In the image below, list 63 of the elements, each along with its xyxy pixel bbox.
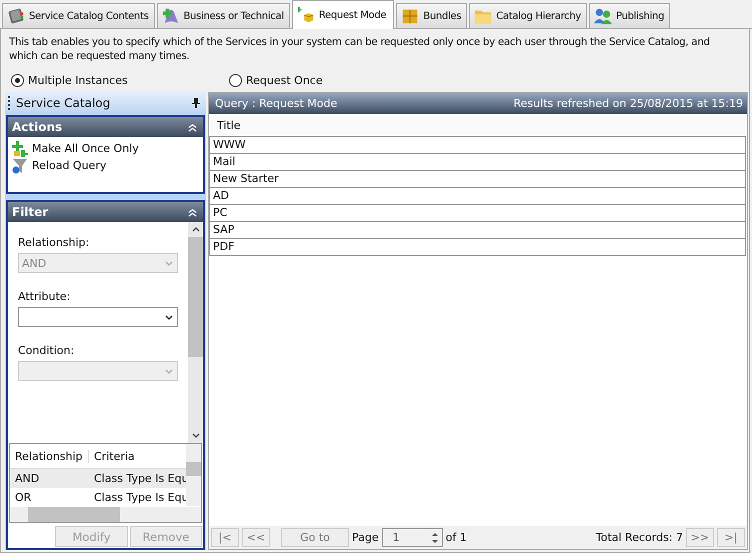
page-count: of 1	[446, 531, 467, 544]
panel-title: Service Catalog	[16, 96, 112, 110]
chevron-down-icon	[165, 368, 173, 374]
radio-option[interactable]: Request Once	[229, 74, 447, 86]
field-label: Relationship:	[18, 236, 90, 249]
funnel-icon	[12, 158, 28, 174]
table-row[interactable]: SAP	[210, 222, 745, 239]
table-row[interactable]: PDF	[210, 239, 745, 256]
table-row[interactable]: Mail	[210, 154, 745, 171]
action-link[interactable]: Reload Query	[8, 157, 203, 174]
page-field[interactable]: 1	[382, 528, 443, 547]
radio-button[interactable]	[11, 74, 24, 86]
section-header[interactable]: Actions	[8, 117, 203, 137]
scrollbar[interactable]	[188, 222, 203, 443]
tab[interactable]: Publishing	[589, 3, 670, 28]
grip-icon[interactable]	[8, 96, 11, 110]
tab[interactable]: Bundles	[396, 3, 468, 28]
scroll-up-icon[interactable]	[192, 227, 200, 232]
pin-icon[interactable]	[192, 98, 200, 108]
query-title: Query : Request Mode	[215, 97, 338, 110]
field-label: Condition:	[18, 344, 76, 357]
radio-button[interactable]	[229, 74, 242, 86]
page-label: Page	[352, 531, 379, 544]
shape-icon	[162, 7, 180, 25]
boxes-icon	[401, 7, 420, 25]
people-icon	[594, 7, 612, 25]
add-icon	[12, 140, 28, 156]
field-label: Attribute:	[18, 290, 72, 303]
tab[interactable]: Service Catalog Contents	[2, 3, 154, 28]
book-icon	[7, 7, 25, 25]
table-cell-text: AND	[15, 472, 40, 485]
table-row[interactable]: New Starter	[210, 171, 745, 188]
table-row[interactable]: WWW	[210, 137, 745, 154]
go-to-button[interactable]: Go to	[281, 528, 349, 547]
scroll-down-icon[interactable]	[192, 433, 200, 438]
last-page-button[interactable]: >|	[717, 528, 745, 547]
radio-option[interactable]: Multiple Instances	[11, 74, 229, 86]
action-link[interactable]: Make All Once Only	[8, 140, 203, 157]
spinner-arrows-icon[interactable]	[430, 530, 439, 544]
section-header[interactable]: Filter	[8, 202, 203, 222]
first-page-button[interactable]: |<	[211, 528, 239, 547]
refresh-status: Results refreshed on 25/08/2015 at 15:19	[514, 97, 743, 110]
tab[interactable]: Request Mode	[292, 0, 394, 29]
column-header[interactable]: Criteria	[89, 450, 135, 462]
table-row[interactable]: PC	[210, 205, 745, 222]
column-header[interactable]: Title	[209, 118, 241, 132]
next-page-button[interactable]: >>	[686, 528, 714, 547]
table-row[interactable]: AD	[210, 188, 745, 205]
collapse-icon[interactable]	[188, 208, 197, 216]
table-cell-text: OR	[15, 491, 32, 504]
scrollbar[interactable]	[186, 444, 201, 506]
scrollbar[interactable]	[10, 507, 201, 522]
tab[interactable]: Catalog Hierarchy	[469, 3, 588, 28]
tab[interactable]: Business or Technical	[156, 3, 290, 28]
chevron-down-icon	[165, 314, 173, 320]
dropdown-field[interactable]	[18, 307, 178, 327]
total-records: Total Records: 7	[596, 531, 683, 544]
description-text: This tab enables you to specify which of the Services in your system can be requested only once by each user through the Service Catalog, and which can be requested many times.	[9, 35, 711, 63]
collapse-icon[interactable]	[188, 122, 197, 132]
column-header[interactable]: Relationship	[10, 450, 89, 462]
chevron-down-icon	[165, 260, 173, 266]
cube-icon	[296, 6, 315, 24]
previous-page-button[interactable]: <<	[242, 528, 270, 547]
